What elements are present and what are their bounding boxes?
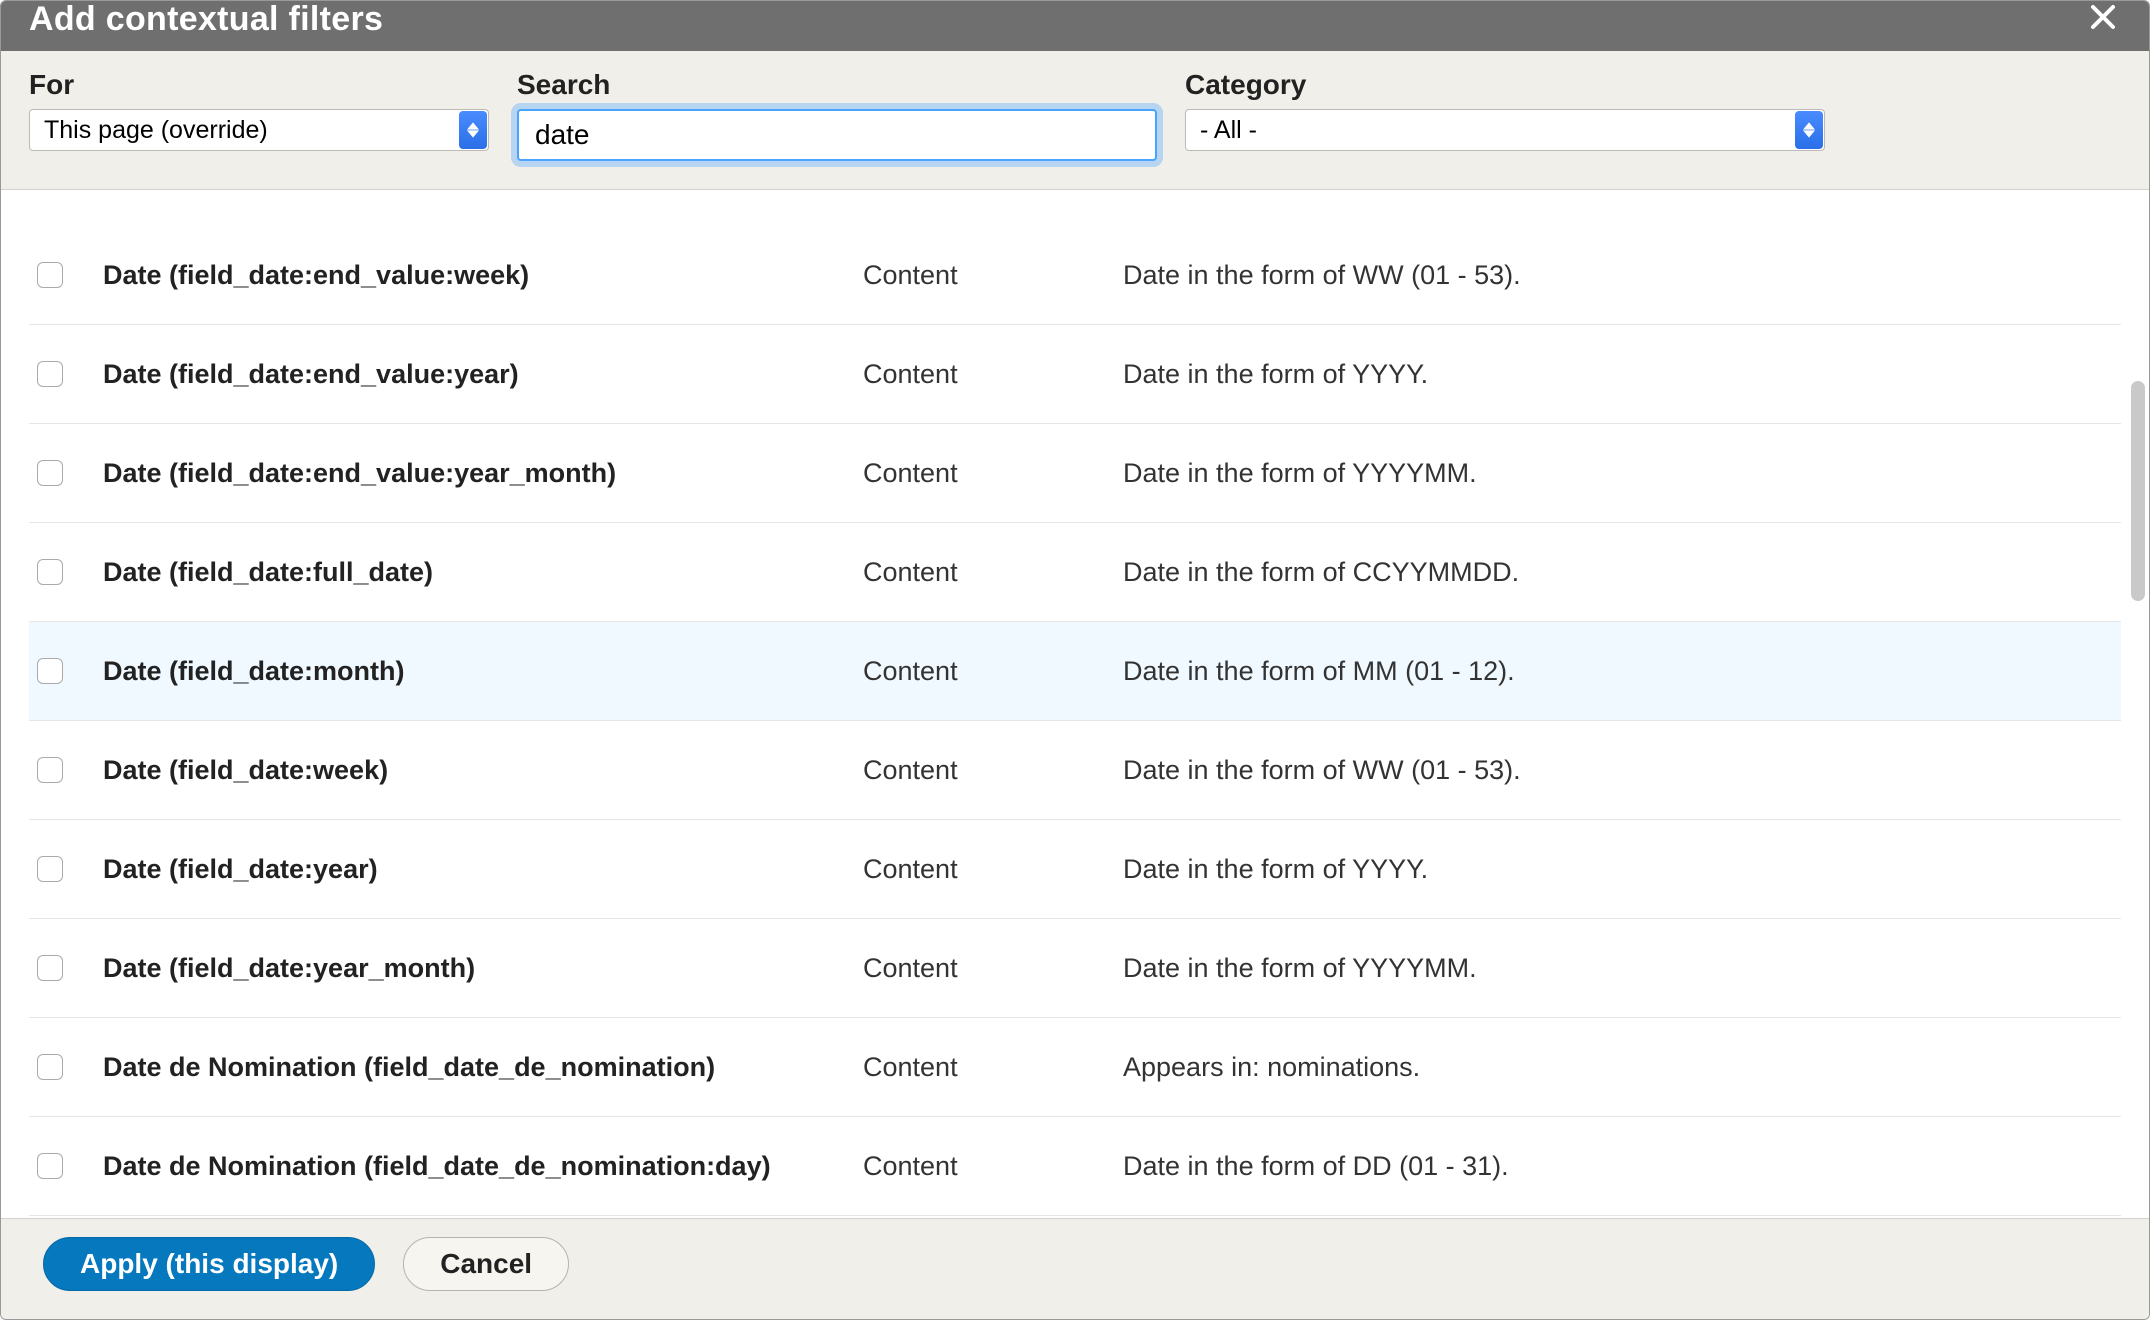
close-icon	[2088, 2, 2118, 36]
modal: Add contextual filters For Search	[0, 0, 2150, 1320]
modal-title: Add contextual filters	[29, 2, 383, 36]
checkbox-cell	[33, 457, 103, 489]
modal-header: Add contextual filters	[1, 1, 2149, 51]
row-description: Date in the form of YYYYMM.	[1123, 953, 2117, 984]
row-name: Date (field_date:month)	[103, 656, 863, 687]
row-category: Content	[863, 458, 1123, 489]
row-name: Date (field_date:full_date)	[103, 557, 863, 588]
for-select[interactable]	[29, 109, 489, 151]
table-row[interactable]: Date (field_date:end_value:week)ContentD…	[29, 226, 2121, 325]
row-description: Date in the form of YYYYMM.	[1123, 458, 2117, 489]
search-label: Search	[517, 69, 1157, 101]
row-checkbox[interactable]	[37, 955, 63, 981]
table-row[interactable]: Date (field_date:end_value:year_month)Co…	[29, 424, 2121, 523]
search-filter-group: Search	[517, 69, 1157, 161]
row-category: Content	[863, 1151, 1123, 1182]
category-select[interactable]	[1185, 109, 1825, 151]
row-description: Date in the form of YYYY.	[1123, 359, 2117, 390]
row-name: Date (field_date:end_value:week)	[103, 260, 863, 291]
for-label: For	[29, 69, 489, 101]
table-row[interactable]: Date de Nomination (field_date_de_nomina…	[29, 1117, 2121, 1216]
category-select-value[interactable]	[1185, 109, 1825, 151]
row-name: Date (field_date:end_value:year_month)	[103, 458, 863, 489]
filter-bar: For Search Category	[1, 51, 2149, 190]
row-name: Date (field_date:week)	[103, 755, 863, 786]
row-checkbox[interactable]	[37, 361, 63, 387]
row-name: Date (field_date:year)	[103, 854, 863, 885]
results-list[interactable]: Date (field_date:end_value:week)ContentD…	[1, 190, 2149, 1218]
table-row[interactable]: Date (field_date:end_value:year)ContentD…	[29, 325, 2121, 424]
table-row[interactable]: Date (field_date:year)ContentDate in the…	[29, 820, 2121, 919]
row-category: Content	[863, 557, 1123, 588]
table-row[interactable]: Date (field_date:year_month)ContentDate …	[29, 919, 2121, 1018]
row-description: Appears in: nominations.	[1123, 1052, 2117, 1083]
row-description: Date in the form of CCYYMMDD.	[1123, 557, 2117, 588]
apply-button[interactable]: Apply (this display)	[43, 1237, 375, 1291]
table-row[interactable]: Date (field_date:full_date)ContentDate i…	[29, 523, 2121, 622]
row-category: Content	[863, 1052, 1123, 1083]
close-button[interactable]	[2085, 1, 2121, 37]
row-checkbox[interactable]	[37, 1054, 63, 1080]
checkbox-cell	[33, 259, 103, 291]
table-row[interactable]: Date de Nomination (field_date_de_nomina…	[29, 1018, 2121, 1117]
row-category: Content	[863, 755, 1123, 786]
for-filter-group: For	[29, 69, 489, 161]
table-row[interactable]: Date (field_date:month)ContentDate in th…	[29, 622, 2121, 721]
checkbox-cell	[33, 853, 103, 885]
scrollbar-thumb[interactable]	[2131, 381, 2145, 601]
checkbox-cell	[33, 754, 103, 786]
row-category: Content	[863, 953, 1123, 984]
checkbox-cell	[33, 655, 103, 687]
row-description: Date in the form of YYYY.	[1123, 854, 2117, 885]
row-checkbox[interactable]	[37, 262, 63, 288]
row-description: Date in the form of MM (01 - 12).	[1123, 656, 2117, 687]
row-checkbox[interactable]	[37, 757, 63, 783]
row-checkbox[interactable]	[37, 856, 63, 882]
row-name: Date de Nomination (field_date_de_nomina…	[103, 1052, 863, 1083]
row-category: Content	[863, 260, 1123, 291]
checkbox-cell	[33, 556, 103, 588]
row-name: Date (field_date:end_value:year)	[103, 359, 863, 390]
row-checkbox[interactable]	[37, 1153, 63, 1179]
category-label: Category	[1185, 69, 1825, 101]
checkbox-cell	[33, 1051, 103, 1083]
row-name: Date de Nomination (field_date_de_nomina…	[103, 1151, 863, 1182]
row-category: Content	[863, 359, 1123, 390]
category-filter-group: Category	[1185, 69, 1825, 161]
table-row[interactable]: Date (field_date:week)ContentDate in the…	[29, 721, 2121, 820]
row-checkbox[interactable]	[37, 460, 63, 486]
row-description: Date in the form of WW (01 - 53).	[1123, 755, 2117, 786]
footer: Apply (this display) Cancel	[1, 1218, 2149, 1319]
row-name: Date (field_date:year_month)	[103, 953, 863, 984]
checkbox-cell	[33, 1150, 103, 1182]
search-input[interactable]	[517, 109, 1157, 161]
row-category: Content	[863, 854, 1123, 885]
cancel-button[interactable]: Cancel	[403, 1237, 569, 1291]
checkbox-cell	[33, 952, 103, 984]
row-description: Date in the form of DD (01 - 31).	[1123, 1151, 2117, 1182]
checkbox-cell	[33, 358, 103, 390]
for-select-value[interactable]	[29, 109, 489, 151]
row-checkbox[interactable]	[37, 658, 63, 684]
row-checkbox[interactable]	[37, 559, 63, 585]
row-category: Content	[863, 656, 1123, 687]
row-description: Date in the form of WW (01 - 53).	[1123, 260, 2117, 291]
